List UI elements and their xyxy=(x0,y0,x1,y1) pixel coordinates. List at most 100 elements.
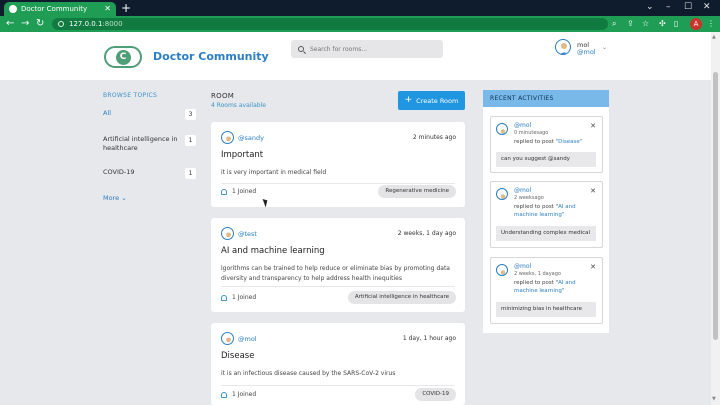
reload-icon[interactable]: ↻ xyxy=(36,17,44,31)
window-close-icon[interactable]: ✕ xyxy=(703,1,711,13)
topic-label: All xyxy=(103,109,112,117)
profile-avatar[interactable]: A xyxy=(690,18,702,30)
create-room-button[interactable]: + Create Room xyxy=(398,91,465,110)
people-icon xyxy=(221,391,227,398)
share-icon[interactable]: ⇪ xyxy=(627,18,634,30)
author-avatar[interactable] xyxy=(221,227,234,240)
activity-post-link[interactable]: "Disease" xyxy=(556,139,583,145)
author-avatar[interactable] xyxy=(221,332,234,345)
topic-tag[interactable]: Regenerative medicine xyxy=(378,185,456,198)
topic-count: 1 xyxy=(185,135,196,146)
room-time: 2 minutes ago xyxy=(412,134,456,141)
close-icon[interactable]: ✕ xyxy=(590,187,596,195)
room-author[interactable]: @sandy xyxy=(238,134,264,142)
activity-quote: Understanding complex medical xyxy=(496,226,596,241)
info-icon[interactable] xyxy=(58,21,64,27)
more-label: More xyxy=(103,194,120,202)
activity-user[interactable]: @mol xyxy=(514,122,531,129)
activity-text: replied to post "AI and machine learning… xyxy=(514,204,576,218)
room-title[interactable]: Disease xyxy=(221,351,254,361)
browse-topics-heading: BROWSE TOPICS xyxy=(103,92,158,99)
search-box[interactable] xyxy=(291,40,443,58)
room-time: 1 day, 1 hour ago xyxy=(402,335,456,342)
browser-toolbar: ← → ↻ 127.0.0.1:8000 ⌕ ⇪ ☆ ✣ ▯ A ⋮ xyxy=(0,16,720,32)
activity-quote: minimizing bias in healthcare xyxy=(496,302,596,317)
room-card[interactable]: @sandy 2 minutes ago Important it is ver… xyxy=(211,122,465,207)
tab-close-icon[interactable]: ✕ xyxy=(104,5,111,13)
activity-text: replied to post "Disease" xyxy=(514,139,583,145)
activity-user[interactable]: @mol xyxy=(514,263,531,270)
user-avatar[interactable] xyxy=(555,39,571,55)
activity-item: @mol 2 weeksago ✕ replied to post "AI an… xyxy=(490,181,603,248)
recent-activities-panel: RECENT ACTIVITIES @mol 0 minutesago ✕ re… xyxy=(483,90,609,333)
activity-avatar[interactable] xyxy=(496,188,508,200)
scroll-thumb[interactable] xyxy=(713,72,718,340)
browser-tab[interactable]: Doctor Community ✕ xyxy=(4,2,116,16)
people-icon xyxy=(221,188,227,195)
topic-item-ai-healthcare[interactable]: Artificial intelligence in healthcare 1 xyxy=(103,135,196,153)
search-input[interactable] xyxy=(310,45,430,53)
bookmark-star-icon[interactable]: ☆ xyxy=(642,18,649,30)
tab-title: Doctor Community xyxy=(21,5,88,13)
extensions-icon[interactable]: ✣ xyxy=(659,18,666,30)
room-title[interactable]: Important xyxy=(221,150,263,160)
brand-name[interactable]: Doctor Community xyxy=(153,50,269,63)
chevron-down-icon: ⌄ xyxy=(121,194,127,202)
room-title[interactable]: AI and machine learning xyxy=(221,246,325,256)
back-icon[interactable]: ← xyxy=(6,17,14,31)
room-time: 2 weeks, 1 day ago xyxy=(397,230,456,237)
search-icon xyxy=(298,46,304,52)
close-icon[interactable]: ✕ xyxy=(590,263,596,271)
favicon-icon xyxy=(9,5,17,13)
maximize-icon[interactable]: ☐ xyxy=(684,1,692,13)
room-card[interactable]: @test 2 weeks, 1 day ago AI and machine … xyxy=(211,218,465,312)
activity-item: @mol 0 minutesago ✕ replied to post "Dis… xyxy=(490,116,603,173)
more-topics-link[interactable]: More ⌄ xyxy=(103,194,127,202)
joined-count: 1 Joined xyxy=(221,294,256,301)
activity-user[interactable]: @mol xyxy=(514,187,531,194)
forward-icon[interactable]: → xyxy=(21,17,29,31)
divider xyxy=(221,286,455,287)
activity-time: 2 weeksago xyxy=(514,195,544,201)
topic-label: COVID-19 xyxy=(103,168,135,176)
new-tab-icon[interactable]: + xyxy=(121,1,131,15)
close-icon[interactable]: ✕ xyxy=(590,122,596,130)
room-heading: ROOM xyxy=(211,92,235,100)
plus-icon: + xyxy=(404,95,413,105)
activity-time: 2 weeks, 1 dayago xyxy=(514,271,561,277)
chevron-down-icon[interactable]: ⌄ xyxy=(602,44,607,51)
zoom-icon[interactable]: ⌕ xyxy=(612,18,616,30)
topic-count: 1 xyxy=(185,168,196,179)
scroll-down-icon[interactable]: ▼ xyxy=(712,396,716,402)
topic-item-all[interactable]: All 3 xyxy=(103,109,196,120)
topic-item-covid[interactable]: COVID-19 1 xyxy=(103,168,196,179)
scroll-up-icon[interactable]: ▲ xyxy=(712,34,716,40)
topic-tag[interactable]: COVID-19 xyxy=(415,388,456,401)
room-card[interactable]: @mol 1 day, 1 hour ago Disease it is an … xyxy=(211,323,465,405)
joined-count: 1 Joined xyxy=(221,391,256,398)
topic-count: 3 xyxy=(185,109,196,120)
topic-tag[interactable]: Artificial intelligence in healthcare xyxy=(347,291,456,304)
activity-avatar[interactable] xyxy=(496,123,508,135)
chevron-down-icon[interactable]: ⌄ xyxy=(646,1,654,13)
room-author[interactable]: @mol xyxy=(238,335,257,343)
browser-menu-icon[interactable]: ⋮ xyxy=(707,18,715,30)
room-description: it is very important in medical field xyxy=(221,169,327,176)
activity-avatar[interactable] xyxy=(496,264,508,276)
activity-time: 0 minutesago xyxy=(514,130,549,136)
minimize-icon[interactable]: – xyxy=(666,1,671,13)
page-scrollbar[interactable]: ▲ ▼ xyxy=(711,32,720,405)
people-icon xyxy=(221,294,227,301)
logo[interactable]: C xyxy=(104,46,142,68)
user-handle[interactable]: @mol xyxy=(577,48,596,56)
room-description: it is an infectious disease caused by th… xyxy=(221,370,396,377)
room-author[interactable]: @test xyxy=(238,230,257,238)
activity-quote: can you suggest @sandy xyxy=(496,152,596,167)
sidepanel-icon[interactable]: ▯ xyxy=(674,18,678,30)
divider xyxy=(221,385,455,386)
create-room-label: Create Room xyxy=(416,96,459,105)
url-text: 127.0.0.1:8000 xyxy=(69,20,123,28)
app-header: C Doctor Community mol @mol ⌄ xyxy=(0,32,711,80)
address-bar[interactable]: 127.0.0.1:8000 xyxy=(52,18,608,30)
author-avatar[interactable] xyxy=(221,131,234,144)
